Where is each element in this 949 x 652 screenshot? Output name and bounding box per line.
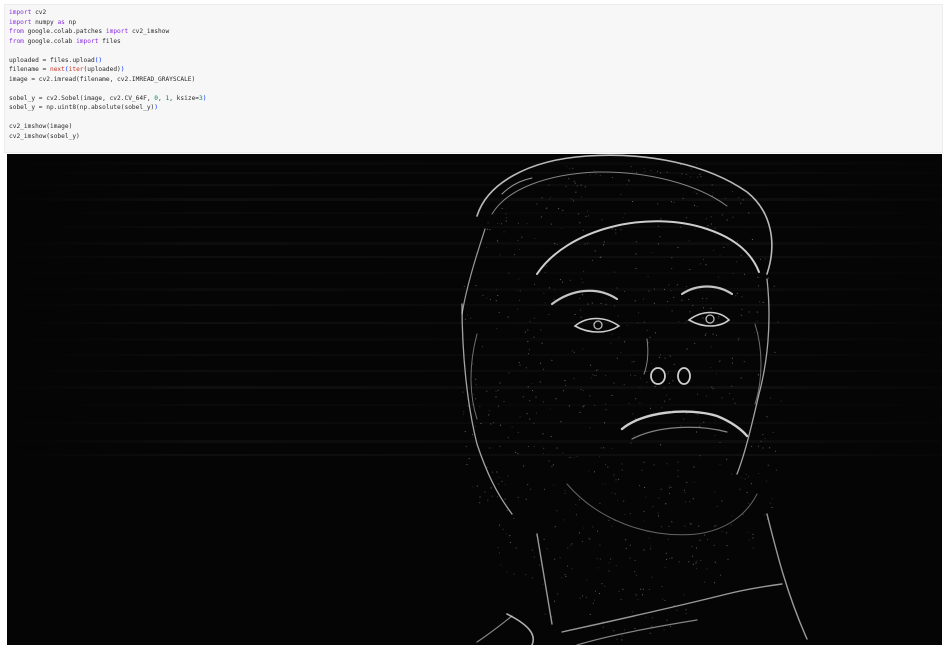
code-token: cv2 [31, 9, 47, 16]
code-token: from [9, 37, 24, 45]
code-token: () [94, 56, 103, 64]
code-token: iter [68, 66, 84, 73]
code-token: next [49, 66, 65, 73]
sobel-output-image [7, 154, 942, 645]
code-token: import [9, 9, 32, 16]
code-line: sobel_y = cv2.Sobel(image, cv2.CV_64F, 0… [9, 94, 207, 104]
code-line: sobel_y = np.uint8(np.absolute(sobel_y)) [9, 103, 207, 113]
code-token: numpy [31, 18, 58, 26]
code-token: files [98, 37, 121, 45]
code-line: import cv2 [9, 8, 207, 18]
code-token: (uploaded) [83, 66, 121, 73]
code-token: uploaded = files.upload [9, 56, 95, 64]
code-token: as [57, 18, 65, 26]
code-line: cv2_imshow(sobel_y) [9, 132, 207, 142]
code-line: from google.colab import files [9, 37, 207, 47]
notebook-frame: import cv2 import numpy as np from google.… [0, 0, 949, 652]
edge-noise [462, 164, 782, 641]
code-token: ) [154, 104, 159, 111]
code-token: import [9, 18, 32, 26]
code-token: cv2_imshow [128, 28, 170, 35]
code-line: from google.colab.patches import cv2_ims… [9, 27, 207, 37]
code-token: image = cv2.imread(filename, cv2.IMREAD_… [9, 75, 196, 83]
code-token: , ksize= [169, 94, 200, 102]
code-token: from [9, 28, 24, 35]
code-token: cv2_imshow(sobel_y) [9, 132, 80, 140]
code-token: import [76, 37, 99, 45]
code-token: google.colab [23, 37, 77, 45]
code-line: uploaded = files.upload() [9, 56, 207, 66]
code-line: filename = next(iter(uploaded)) [9, 65, 207, 75]
code-editor[interactable]: import cv2 import numpy as np from google.… [9, 8, 207, 141]
edge-detection-image [7, 154, 942, 645]
code-token: sobel_y = cv2.Sobel(image, cv2.CV_64F, [9, 94, 155, 102]
code-line: import numpy as np [9, 18, 207, 28]
code-token: sobel_y = np.uint8(np.absolute(sobel_y) [9, 104, 155, 111]
code-token: np [64, 18, 77, 26]
code-cell[interactable]: import cv2 import numpy as np from google.… [4, 4, 943, 153]
code-line: image = cv2.imread(filename, cv2.IMREAD_… [9, 75, 207, 85]
code-token: ) [120, 66, 125, 73]
code-token: ) [202, 94, 207, 102]
code-token: google.colab.patches [23, 28, 106, 35]
code-token: import [105, 28, 129, 35]
code-token: cv2_imshow(image) [9, 123, 73, 130]
code-token: filename = [9, 66, 50, 73]
code-line: cv2_imshow(image) [9, 122, 207, 132]
